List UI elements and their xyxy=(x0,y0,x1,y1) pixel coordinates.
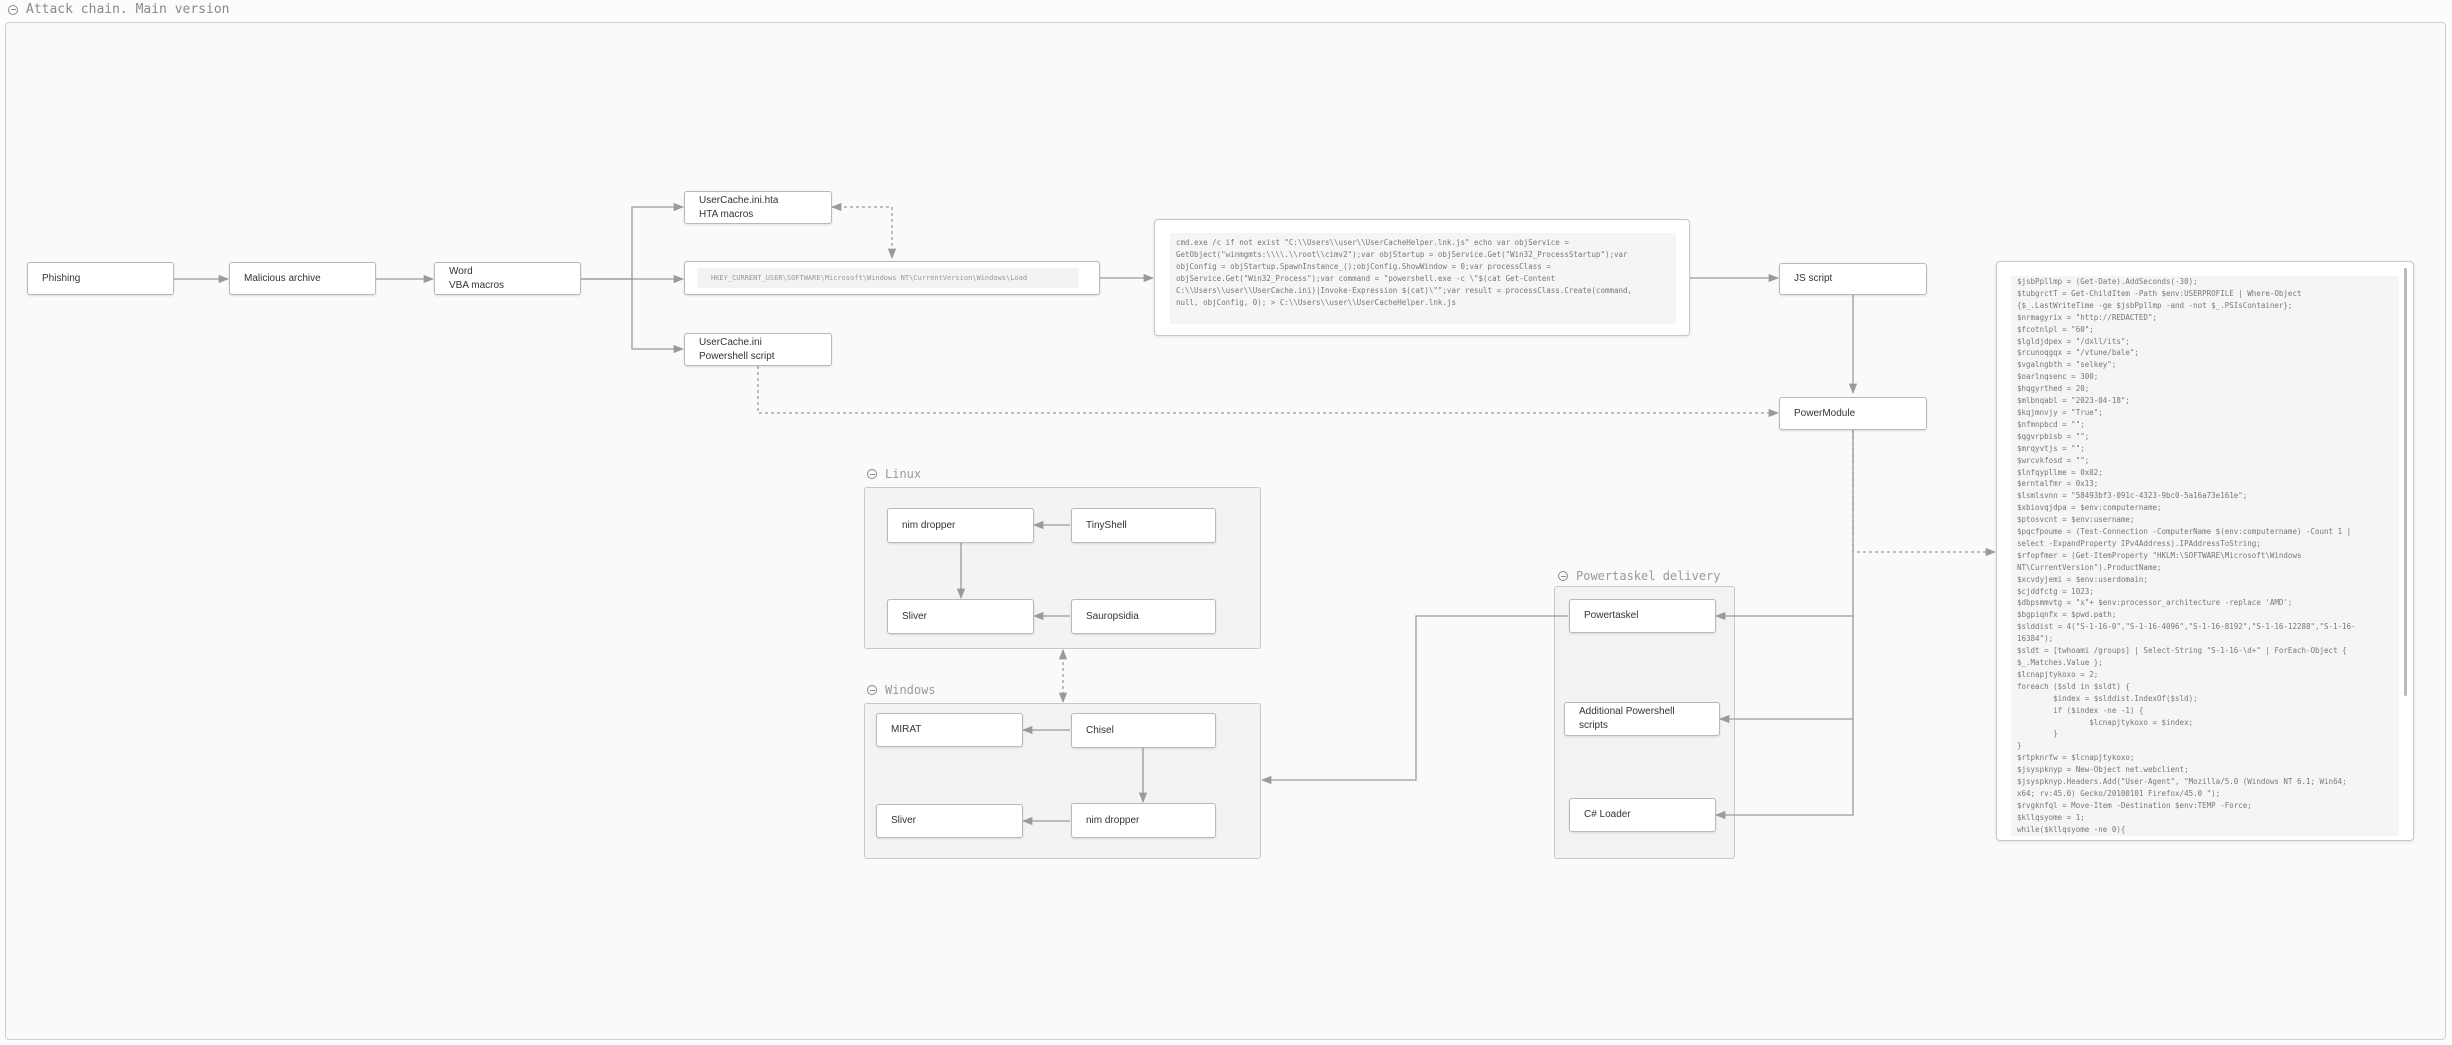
linux-sauropsidia[interactable]: Sauropsidia xyxy=(1071,599,1216,634)
linux-nim-dropper[interactable]: nim dropper xyxy=(887,508,1034,543)
ps-code-panel[interactable]: $jsbPpllmp = (Get-Date).AddSeconds(-30);… xyxy=(1996,261,2414,841)
scrollbar[interactable] xyxy=(2404,268,2407,696)
js-code-panel[interactable]: cmd.exe /c if not exist "C:\\Users\\user… xyxy=(1154,219,1690,336)
edge-powertaskel-windows xyxy=(1260,615,1568,785)
edge-hta-registry xyxy=(830,202,897,260)
node-registry-load[interactable]: HKEY_CURRENT_USER\SOFTWARE\Microsoft\Win… xyxy=(684,261,1100,295)
node-phishing[interactable]: Phishing xyxy=(27,262,174,295)
node-label: Malicious archive xyxy=(244,272,321,284)
node-label: Sliver xyxy=(891,815,917,826)
node-label: TinyShell xyxy=(1086,519,1127,531)
node-label: PowerModule xyxy=(1794,407,1856,419)
windows-chisel[interactable]: Chisel xyxy=(1071,713,1216,748)
node-powertaskel[interactable]: Powertaskel xyxy=(1569,599,1716,633)
node-label: nim dropper xyxy=(902,519,956,531)
linux-sliver[interactable]: Sliver xyxy=(887,599,1034,634)
linux-tinyshell[interactable]: TinyShell xyxy=(1071,508,1216,543)
node-label: Word xyxy=(449,265,473,277)
node-csharp-loader[interactable]: C# Loader xyxy=(1569,798,1716,832)
node-label: Chisel xyxy=(1086,724,1114,736)
node-powermodule[interactable]: PowerModule xyxy=(1779,397,1927,430)
node-label: Powertaskel xyxy=(1584,610,1639,621)
node-sublabel: VBA macros xyxy=(449,279,505,291)
ps-code: $jsbPpllmp = (Get-Date).AddSeconds(-30);… xyxy=(2011,276,2399,836)
node-label: MIRAT xyxy=(891,724,922,735)
node-userc-ini[interactable]: UserCache.ini Powershell script xyxy=(684,333,832,366)
node-label: Phishing xyxy=(42,272,81,284)
windows-nim-dropper[interactable]: nim dropper xyxy=(1071,803,1216,838)
edge-powermodule-additional xyxy=(1718,616,1854,724)
node-label: nim dropper xyxy=(1086,814,1140,826)
node-additional-ps[interactable]: Additional Powershell scripts xyxy=(1564,702,1720,736)
node-label: Sliver xyxy=(902,610,928,622)
registry-key: HKEY_CURRENT_USER\SOFTWARE\Microsoft\Win… xyxy=(697,268,1079,288)
node-word[interactable]: Word VBA macros xyxy=(434,262,581,295)
edge-word-hta xyxy=(581,202,685,280)
node-sublabel: HTA macros xyxy=(699,208,754,220)
node-label: UserCache.ini xyxy=(699,336,762,348)
node-label: C# Loader xyxy=(1584,809,1631,820)
edge-word-ini xyxy=(631,279,685,354)
node-sublabel: Powershell script xyxy=(699,350,775,362)
edge-powermodule-pscode xyxy=(1852,430,1997,557)
node-label: JS script xyxy=(1794,273,1833,284)
windows-mirat[interactable]: MIRAT xyxy=(876,713,1023,747)
node-hta[interactable]: UserCache.ini.hta HTA macros xyxy=(684,191,832,224)
edge-powermodule-csharp xyxy=(1714,719,1854,820)
js-code: cmd.exe /c if not exist "C:\\Users\\user… xyxy=(1170,233,1676,324)
edge-ini-powermodule xyxy=(757,366,1780,418)
edge-powermodule-powertaskel xyxy=(1714,430,1854,621)
node-label: Sauropsidia xyxy=(1086,610,1139,622)
node-label: UserCache.ini.hta xyxy=(699,194,779,206)
node-label: Additional Powershell scripts xyxy=(1579,706,1675,731)
windows-sliver[interactable]: Sliver xyxy=(876,804,1023,838)
node-malicious-archive[interactable]: Malicious archive xyxy=(229,262,376,295)
node-js-script[interactable]: JS script xyxy=(1779,263,1927,295)
